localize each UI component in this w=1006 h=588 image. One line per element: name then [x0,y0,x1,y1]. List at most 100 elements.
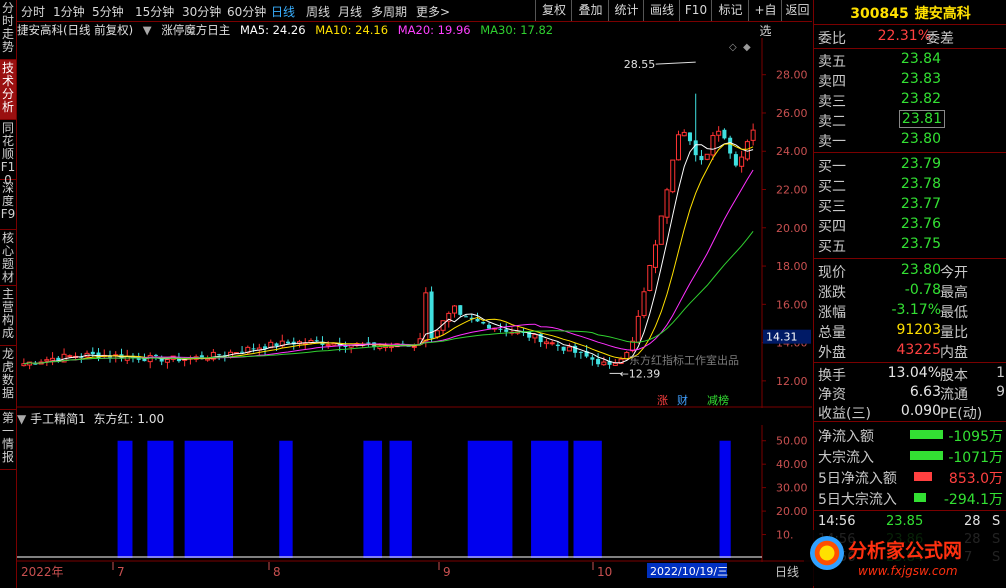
stock-title: 捷安高科(日线 前复权) [17,23,134,37]
period-8[interactable]: 月线 [338,3,362,20]
buy-label: 买三 [818,199,846,215]
stat2-value: 0.090 [900,403,941,419]
toolbar-button-1[interactable]: 叠加 [571,0,609,21]
date-label: 2022年 [21,565,64,579]
left-tab-3[interactable]: 深度F9 [0,180,16,230]
candle-down [240,351,245,353]
stat-row-0: 现价 23.80 今开 [814,261,1006,281]
left-tab-6[interactable]: 龙虎数据 [0,346,16,410]
buy-row-0[interactable]: 买一 23.79 [814,155,1006,175]
left-tab-4[interactable]: 核心题材 [0,230,16,286]
left-tab-5[interactable]: 主营构成 [0,286,16,346]
period-4[interactable]: 30分钟 [182,3,221,20]
stat-value: 23.80 [900,262,941,278]
stat-value: -3.17% [891,302,941,318]
toolbar-button-4[interactable]: F10 [679,0,712,21]
candle-down [251,348,256,350]
flow-bar [914,472,932,481]
stat2-value: 13.04% [887,365,941,381]
candle-up [549,342,555,345]
candle-up [664,189,670,218]
weibi-row: 委比 22.31% 委差 [814,27,1006,47]
stat-row-1: 涨跌 -0.78 最高 [814,281,1006,301]
tick-price: 23.85 [886,514,924,529]
signal-chart[interactable]: 50.00 40.00 30.00 20.00 10. [17,425,812,562]
toolbar-button-6[interactable]: +自选 [748,0,782,38]
buy-row-1[interactable]: 买二 23.78 [814,175,1006,195]
divider [814,258,1006,259]
period-0[interactable]: 分时 [21,3,45,20]
left-tab-2[interactable]: 同花顺F10 [0,120,16,187]
stock-badge[interactable]: 财 [677,393,688,407]
candle-up [434,330,440,338]
sell-row-2[interactable]: 卖三 23.82 [814,90,1006,110]
buy-row-3[interactable]: 买四 23.76 [814,215,1006,235]
candle-down [33,363,38,365]
buy-label: 买五 [818,239,846,255]
left-tab-7[interactable]: 第一情报 [0,410,16,470]
candle-up [653,244,659,268]
toolbar-button-7[interactable]: 返回 [781,0,813,21]
candle-down [498,328,503,330]
period-5[interactable]: 60分钟 [227,3,266,20]
stock-badge[interactable]: 减榜 [707,393,729,407]
period-label: 日线 [775,565,799,579]
price-axis-label: 24.00 [776,145,808,158]
toolbar-button-0[interactable]: 复权 [535,0,572,21]
candle-up [44,359,50,362]
toolbar-button-5[interactable]: 标记 [711,0,749,21]
sell-row-0[interactable]: 卖五 23.84 [814,50,1006,70]
sell-price: 23.82 [900,91,941,107]
divider [814,362,1006,363]
period-3[interactable]: 15分钟 [135,3,174,20]
buy-row-2[interactable]: 买三 23.77 [814,195,1006,215]
toolbar-button-2[interactable]: 统计 [608,0,644,21]
sell-row-3[interactable]: 卖二 23.81 [814,110,1006,130]
stock-name: 捷安高科 [914,6,971,22]
period-7[interactable]: 周线 [306,3,330,20]
sell-row-1[interactable]: 卖四 23.83 [814,70,1006,90]
buy-price: 23.76 [900,216,941,232]
diamond-icon[interactable]: ◇ [729,42,737,53]
divider [814,421,1006,422]
stat2-label2: PE(动) [940,406,983,422]
chart-header: 捷安高科(日线 前复权) ▼ 涨停魔方日主 MA5: 24.26 MA10: 2… [17,22,559,38]
period-6[interactable]: 日线 [271,3,295,20]
period-10[interactable]: 更多> [416,3,450,20]
candle-down [590,357,595,360]
date-axis: 2022年 7 8 9 10 2022/10/19/三 日线 [21,562,799,579]
indicator-icon[interactable]: ▼ [143,23,152,37]
diamond-icon[interactable]: ◆ [743,42,751,53]
period-1[interactable]: 1分钟 [53,3,85,20]
buy-label: 买一 [818,159,846,175]
indicator-name[interactable]: 涨停魔方日主 [161,23,230,37]
candle-up [641,291,647,317]
period-2[interactable]: 5分钟 [92,3,124,20]
left-tab-bar: 分时走势 技术分析 同花顺F10 深度F9 核心题材 主营构成 龙虎数据 第一情报 [0,0,17,588]
buy-row-4[interactable]: 买五 23.75 [814,235,1006,255]
flow-row-1: 大宗流入 -1071万 [814,445,1006,467]
stat-row-3: 总量 91203 量比 [814,321,1006,341]
signal-bar [573,440,602,558]
stock-code: 300845 [850,6,909,22]
candle-down [733,154,738,166]
sub-indicator-name[interactable]: 手工精简1 [30,412,86,426]
sub-indicator-icon[interactable]: ▼ [17,412,26,426]
stat2-label2: 股本 [940,368,968,384]
sub-axis-label: 10. [776,529,794,542]
period-9[interactable]: 多周期 [371,3,407,20]
left-tab-0[interactable]: 分时走势 [0,0,16,60]
divider [814,510,1006,511]
kline-chart[interactable]: 28.0026.0024.0022.0020.0018.0016.0014.00… [17,38,812,408]
candle-down [274,343,279,347]
candle-down [561,346,566,351]
flow-label: 5日净流入额 [818,471,897,487]
stock-badge[interactable]: 涨 [657,394,668,407]
candle-up [658,215,664,245]
sell-row-4[interactable]: 卖一 23.80 [814,130,1006,150]
weicha-label: 委差 [926,31,954,47]
stat2-label: 收益(三) [818,406,871,422]
left-tab-1[interactable]: 技术分析 [0,60,16,120]
candle-up [50,357,56,361]
toolbar-button-3[interactable]: 画线 [643,0,680,21]
